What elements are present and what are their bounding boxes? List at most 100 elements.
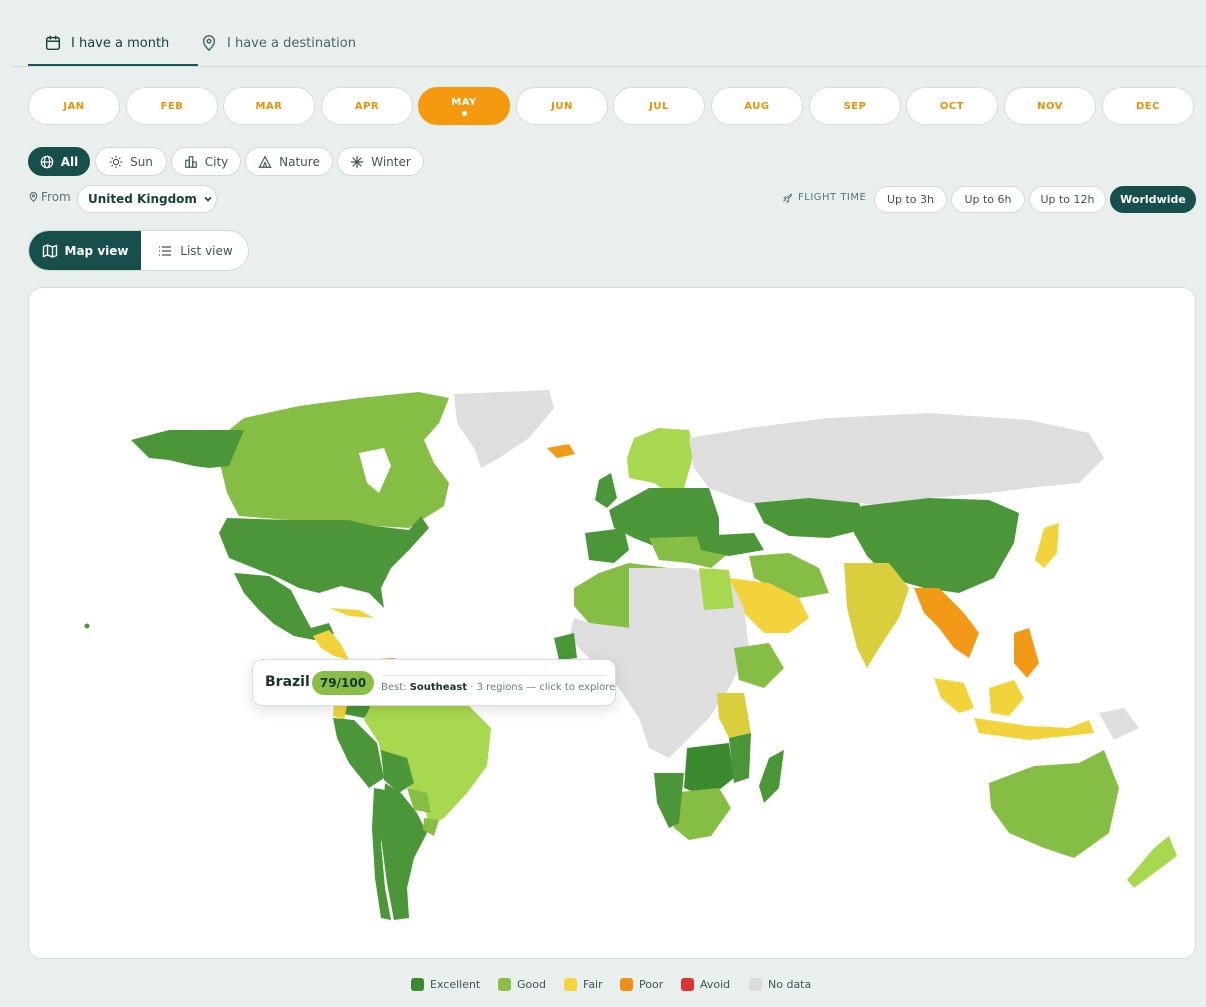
tooltip-score-badge: 79/100 bbox=[312, 671, 374, 695]
flight-time-12h[interactable]: Up to 12h bbox=[1029, 186, 1106, 213]
month-feb[interactable]: FEB bbox=[126, 87, 218, 125]
month-apr[interactable]: APR bbox=[321, 87, 413, 125]
world-map-card bbox=[28, 287, 1196, 959]
list-icon bbox=[159, 245, 172, 256]
madagascar-region[interactable] bbox=[759, 750, 784, 803]
iceland-region[interactable] bbox=[547, 444, 575, 458]
scandinavia-region[interactable] bbox=[627, 428, 694, 493]
canada-region[interactable] bbox=[219, 392, 449, 528]
greenland-region[interactable] bbox=[454, 390, 554, 468]
category-label: City bbox=[204, 154, 229, 169]
indonesia-region[interactable] bbox=[974, 718, 1094, 740]
uk-region[interactable] bbox=[595, 473, 617, 508]
month-dec[interactable]: DEC bbox=[1102, 87, 1194, 125]
category-sun[interactable]: Sun bbox=[95, 147, 167, 176]
southeast-asia-region[interactable] bbox=[914, 588, 979, 658]
legend-good: Good bbox=[498, 978, 546, 991]
legend-swatch bbox=[411, 978, 424, 991]
malaysia-region[interactable] bbox=[934, 678, 974, 713]
origin-country-value: United Kingdom bbox=[88, 192, 197, 206]
map-legend: Excellent Good Fair Poor Avoid No data bbox=[0, 978, 1206, 994]
cuba-region[interactable] bbox=[329, 608, 374, 618]
legend-avoid: Avoid bbox=[681, 978, 730, 991]
view-toggle: Map view List view bbox=[28, 230, 249, 271]
month-sep[interactable]: SEP bbox=[809, 87, 901, 125]
month-jul[interactable]: JUL bbox=[613, 87, 705, 125]
month-nov[interactable]: NOV bbox=[1004, 87, 1096, 125]
city-icon bbox=[184, 155, 197, 168]
japan-region[interactable] bbox=[1035, 523, 1059, 568]
russia-region[interactable] bbox=[689, 413, 1104, 506]
iberia-region[interactable] bbox=[585, 528, 629, 563]
from-text: From bbox=[41, 190, 71, 204]
legend-swatch bbox=[498, 978, 511, 991]
legend-swatch bbox=[681, 978, 694, 991]
map-pin-icon bbox=[29, 192, 38, 203]
tooltip-country: Brazil bbox=[265, 674, 310, 690]
central-america-region[interactable] bbox=[313, 630, 349, 660]
sun-icon bbox=[109, 155, 123, 168]
tab-label: I have a month bbox=[71, 35, 170, 51]
legend-fair: Fair bbox=[564, 978, 603, 991]
snowflake-icon bbox=[351, 155, 364, 168]
month-oct[interactable]: OCT bbox=[906, 87, 998, 125]
origin-country-select[interactable]: United Kingdom bbox=[77, 185, 217, 213]
png-region[interactable] bbox=[1099, 708, 1139, 740]
india-region[interactable] bbox=[844, 563, 909, 668]
category-winter[interactable]: Winter bbox=[337, 147, 424, 176]
east-africa-region[interactable] bbox=[717, 693, 751, 738]
category-all[interactable]: All bbox=[28, 147, 90, 176]
flight-time-worldwide[interactable]: Worldwide bbox=[1110, 186, 1196, 213]
month-jun[interactable]: JUN bbox=[516, 87, 608, 125]
mode-tabs: I have a month I have a destination bbox=[12, 22, 1206, 67]
chevron-down-icon bbox=[204, 196, 212, 202]
map-pin-icon bbox=[202, 35, 216, 52]
month-may[interactable]: MAY bbox=[418, 87, 510, 125]
tent-icon bbox=[258, 155, 272, 168]
from-label: From bbox=[28, 190, 71, 204]
flight-time-label: FLIGHT TIME bbox=[782, 192, 866, 203]
category-city[interactable]: City bbox=[171, 147, 241, 176]
alaska-region[interactable] bbox=[131, 430, 244, 468]
egypt-region[interactable] bbox=[699, 568, 734, 610]
country-tooltip[interactable]: Brazil 79/100 Best: Southeast · 3 region… bbox=[252, 659, 616, 706]
map-view-button[interactable]: Map view bbox=[29, 231, 141, 270]
category-label: Winter bbox=[371, 154, 411, 169]
category-label: Nature bbox=[279, 154, 320, 169]
australia-region[interactable] bbox=[989, 750, 1119, 858]
flight-time-3h[interactable]: Up to 3h bbox=[874, 186, 947, 213]
philippines-region[interactable] bbox=[1014, 628, 1039, 678]
flight-time-6h[interactable]: Up to 6h bbox=[951, 186, 1025, 213]
map-icon bbox=[42, 243, 57, 258]
plane-icon bbox=[783, 193, 793, 203]
central-asia-region[interactable] bbox=[754, 498, 869, 538]
new-zealand-region[interactable] bbox=[1127, 836, 1177, 888]
month-jan[interactable]: JAN bbox=[28, 87, 120, 125]
hawaii-region[interactable] bbox=[84, 623, 90, 629]
month-selector: JAN FEB MAR APR MAY JUN JUL AUG SEP OCT … bbox=[28, 87, 1196, 125]
west-africa-region[interactable] bbox=[554, 633, 577, 660]
list-view-button[interactable]: List view bbox=[141, 231, 248, 270]
legend-excellent: Excellent bbox=[411, 978, 480, 991]
world-map bbox=[84, 390, 1177, 920]
legend-no-data: No data bbox=[749, 978, 811, 991]
legend-swatch bbox=[749, 978, 762, 991]
tooltip-best-region: Best: Southeast · 3 regions — click to e… bbox=[381, 682, 616, 693]
globe-icon bbox=[40, 155, 54, 168]
category-nature[interactable]: Nature bbox=[245, 147, 333, 176]
legend-swatch bbox=[620, 978, 633, 991]
category-label: All bbox=[60, 154, 79, 169]
calendar-icon bbox=[45, 35, 61, 51]
month-aug[interactable]: AUG bbox=[711, 87, 803, 125]
ethiopia-region[interactable] bbox=[734, 643, 784, 688]
borneo-region[interactable] bbox=[989, 680, 1024, 716]
tab-i-have-a-destination[interactable]: I have a destination bbox=[200, 22, 356, 64]
selected-indicator-dot bbox=[461, 110, 467, 116]
category-label: Sun bbox=[130, 154, 153, 169]
month-label: MAY bbox=[451, 96, 477, 108]
month-mar[interactable]: MAR bbox=[223, 87, 315, 125]
tab-label: I have a destination bbox=[227, 35, 356, 51]
legend-swatch bbox=[564, 978, 577, 991]
tooltip-divider bbox=[381, 675, 605, 676]
tab-i-have-a-month[interactable]: I have a month bbox=[28, 22, 198, 66]
